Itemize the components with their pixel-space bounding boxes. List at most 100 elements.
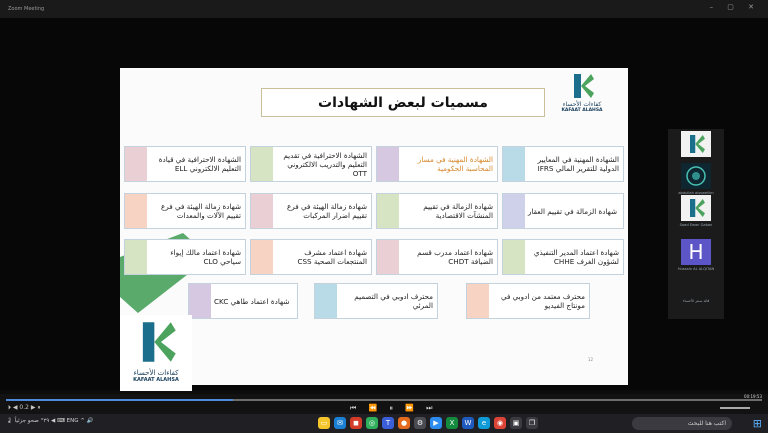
card-text: الشهادة الاحترافية في تقديم التعليم والت… bbox=[283, 150, 367, 178]
card-text: شهادة اعتماد طاهي CKC bbox=[214, 296, 290, 306]
card-swatch bbox=[125, 240, 147, 274]
card-swatch bbox=[315, 284, 337, 318]
card-chdt: شهادة اعتماد مدرب قسم الضيافة CHDT bbox=[376, 239, 498, 275]
media-controls: ⏵ ◀ 0.2 ▶ ⏸ ⏮ ⏪ ⏸ ⏩ ⏭ 00:19:53 bbox=[0, 394, 768, 414]
avatar-icon bbox=[686, 166, 706, 186]
card-gov-accounting: الشهادة المهنية في مسار المحاسبة الحكومي… bbox=[376, 146, 498, 182]
window-titlebar: Zoom Meeting – ▢ ✕ bbox=[0, 0, 768, 18]
office-icon[interactable]: ◼ bbox=[350, 417, 362, 429]
whatsapp-icon[interactable]: ◎ bbox=[366, 417, 378, 429]
card-css: شهادة اعتماد مشرف المنتجعات الصحية CSS bbox=[250, 239, 372, 275]
overlay-logo-english: KAFAAT ALAHSA bbox=[133, 377, 179, 383]
file-explorer-icon[interactable]: ▭ bbox=[318, 417, 330, 429]
shared-slide: كفاءات الأحساء KAFAAT ALAHSA مسميات لبعض… bbox=[120, 68, 628, 385]
card-text: شهادة الزمالة في تقييم العقار bbox=[528, 206, 618, 216]
card-text: شهادة زمالة الهيئة في فرع تقييم اضرار ال… bbox=[287, 202, 367, 220]
player-time: 00:19:53 bbox=[744, 394, 762, 399]
card-clo: شهادة اعتماد مالك إيواء سياحي CLO bbox=[124, 239, 246, 275]
card-text: الشهادة المهنية في المعايير الدولية للتق… bbox=[537, 155, 619, 173]
card-swatch bbox=[503, 240, 525, 274]
slide-logo: كفاءات الأحساء KAFAAT ALAHSA bbox=[552, 72, 612, 113]
taskbar-search[interactable]: اكتب هنا للبحث bbox=[632, 417, 732, 430]
seek-bar[interactable] bbox=[6, 399, 762, 401]
card-economic-establishments: شهادة الزمالة في تقييم المنشآت الاقتصادي… bbox=[376, 193, 498, 229]
kafaat-k-icon bbox=[690, 199, 705, 217]
card-swatch bbox=[503, 147, 525, 181]
settings-icon[interactable]: ⚙ bbox=[414, 417, 426, 429]
card-text: شهادة اعتماد مالك إيواء سياحي CLO bbox=[170, 248, 241, 266]
slide-page-number: 12 bbox=[587, 357, 593, 362]
participant-video bbox=[681, 131, 711, 157]
card-vehicle-damage: شهادة زمالة الهيئة في فرع تقييم اضرار ال… bbox=[250, 193, 372, 229]
participant-avatar-letter: H bbox=[681, 239, 711, 265]
card-swatch bbox=[377, 147, 399, 181]
card-swatch bbox=[377, 194, 399, 228]
seek-progress bbox=[6, 399, 233, 401]
participant-tile[interactable]: Saad Ewan Gaban bbox=[672, 195, 720, 227]
card-text: شهادة اعتماد مشرف المنتجعات الصحية CSS bbox=[297, 248, 367, 266]
card-text: شهادة اعتماد مدرب قسم الضيافة CHDT bbox=[417, 248, 493, 266]
card-swatch bbox=[503, 194, 525, 228]
card-swatch bbox=[377, 240, 399, 274]
store-icon[interactable]: ▣ bbox=[510, 417, 522, 429]
slide-title: مسميات لبعض الشهادات bbox=[261, 88, 545, 117]
card-ott: الشهادة الاحترافية في تقديم التعليم والت… bbox=[250, 146, 372, 182]
participant-name: قائد سنتر الأحساء bbox=[682, 299, 710, 303]
overlay-logo: كفاءات الأحساء KAFAAT ALAHSA bbox=[120, 315, 192, 391]
card-swatch bbox=[251, 147, 273, 181]
card-ifrs: الشهادة المهنية في المعايير الدولية للتق… bbox=[502, 146, 624, 182]
player-center-controls[interactable]: ⏮ ⏪ ⏸ ⏩ ⏭ bbox=[350, 404, 437, 413]
participant-tile[interactable] bbox=[672, 131, 720, 159]
card-swatch bbox=[251, 194, 273, 228]
card-swatch bbox=[189, 284, 211, 318]
mail-icon[interactable]: ✉ bbox=[334, 417, 346, 429]
window-title: Zoom Meeting bbox=[8, 6, 45, 12]
card-adobe-video: محترف معتمد من ادوبي في مونتاج الفيديو bbox=[466, 283, 590, 319]
participant-name: Hussain AL ALQITAN bbox=[677, 267, 715, 271]
card-text: شهادة زمالة الهيئة في فرع تقييم الآلات و… bbox=[161, 202, 241, 220]
word-icon[interactable]: W bbox=[462, 417, 474, 429]
teams-icon[interactable]: T bbox=[382, 417, 394, 429]
card-real-estate: شهادة الزمالة في تقييم العقار bbox=[502, 193, 624, 229]
participant-name: Saad Ewan Gaban bbox=[679, 223, 713, 227]
logo-english: KAFAAT ALAHSA bbox=[561, 108, 603, 113]
participants-panel: abdullah alssweilim Saad Ewan Gaban H Hu… bbox=[668, 129, 724, 319]
card-ckc: شهادة اعتماد طاهي CKC bbox=[188, 283, 298, 319]
card-ell: الشهادة الاحترافية في قيادة التعليم الال… bbox=[124, 146, 246, 182]
volume-slider[interactable] bbox=[720, 407, 750, 409]
card-text: الشهادة المهنية في مسار المحاسبة الحكومي… bbox=[417, 155, 493, 173]
excel-icon[interactable]: X bbox=[446, 417, 458, 429]
card-swatch bbox=[251, 240, 273, 274]
participant-tile[interactable]: H Hussain AL ALQITAN bbox=[672, 239, 720, 271]
window-controls[interactable]: – ▢ ✕ bbox=[710, 3, 760, 11]
start-icon[interactable]: ⊞ bbox=[753, 417, 762, 430]
card-swatch bbox=[125, 147, 147, 181]
participant-video bbox=[681, 195, 711, 221]
player-left-controls[interactable]: ⏵ ◀ 0.2 ▶ ⏸ bbox=[8, 404, 40, 412]
edge-icon[interactable]: e bbox=[478, 417, 490, 429]
kafaat-k-icon bbox=[142, 322, 176, 362]
tray-status[interactable]: 🌡 ٢٩° صحو جزئياً ◀ ⌨ ENG ^ 🔊 bbox=[6, 418, 93, 424]
card-text: شهادة اعتماد المدير التنفيذي لشؤون الغرف… bbox=[533, 248, 619, 266]
card-text: محترف ادوبي في التصميم المرئي bbox=[354, 292, 433, 310]
kafaat-k-icon bbox=[574, 74, 594, 98]
chrome-icon[interactable]: ◉ bbox=[494, 417, 506, 429]
card-text: شهادة الزمالة في تقييم المنشآت الاقتصادي… bbox=[423, 202, 493, 220]
card-text: محترف معتمد من ادوبي في مونتاج الفيديو bbox=[500, 292, 585, 310]
logo-arabic: كفاءات الأحساء bbox=[562, 101, 602, 108]
overlay-logo-arabic: كفاءات الأحساء bbox=[133, 369, 179, 377]
firefox-icon[interactable]: ● bbox=[398, 417, 410, 429]
kafaat-k-icon bbox=[690, 135, 705, 153]
video-stage: كفاءات الأحساء KAFAAT ALAHSA مسميات لبعض… bbox=[0, 18, 768, 391]
card-swatch bbox=[125, 194, 147, 228]
task-view-icon[interactable]: ❐ bbox=[526, 417, 538, 429]
participant-tile[interactable]: abdullah alssweilim bbox=[672, 163, 720, 195]
card-text: الشهادة الاحترافية في قيادة التعليم الال… bbox=[158, 155, 241, 173]
participant-tile[interactable]: قائد سنتر الأحساء bbox=[672, 297, 720, 303]
card-adobe-visual: محترف ادوبي في التصميم المرئي bbox=[314, 283, 438, 319]
card-chhe: شهادة اعتماد المدير التنفيذي لشؤون الغرف… bbox=[502, 239, 624, 275]
windows-taskbar: 🌡 ٢٩° صحو جزئياً ◀ ⌨ ENG ^ 🔊 ▭ ✉ ◼ ◎ T ●… bbox=[0, 414, 768, 433]
taskbar-apps: ▭ ✉ ◼ ◎ T ● ⚙ ▶ X W e ◉ ▣ ❐ bbox=[318, 417, 538, 429]
zoom-icon[interactable]: ▶ bbox=[430, 417, 442, 429]
participant-video bbox=[681, 163, 711, 189]
